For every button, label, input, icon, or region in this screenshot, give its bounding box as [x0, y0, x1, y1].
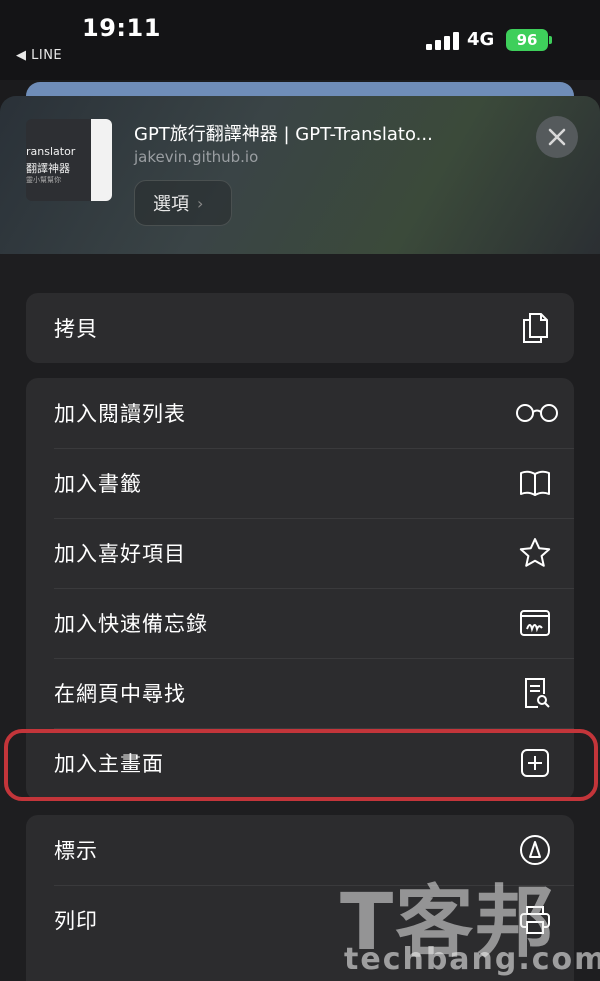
- find-in-page-icon: [525, 678, 550, 708]
- action-label: 標示: [54, 839, 98, 863]
- status-time: 19:11: [82, 14, 161, 42]
- action-group-copy: 拷貝: [26, 293, 574, 363]
- highlight-frame: [4, 729, 598, 801]
- action-add-bookmark[interactable]: 加入書籤: [26, 448, 574, 518]
- share-sheet-header: ranslator 翻譯神器 靈小幫幫你 GPT旅行翻譯神器 | GPT-Tra…: [0, 96, 600, 254]
- status-bar: 19:11 ◀ LINE 4G 96: [0, 0, 600, 80]
- action-label: 拷貝: [54, 317, 98, 341]
- page-domain: jakevin.github.io: [134, 148, 259, 166]
- signal-icon: [426, 32, 459, 50]
- quick-note-icon: [520, 610, 550, 636]
- thumbnail-text: ranslator: [26, 145, 76, 158]
- action-label: 加入閱讀列表: [54, 402, 186, 426]
- action-label: 列印: [54, 909, 98, 933]
- share-sheet: ranslator 翻譯神器 靈小幫幫你 GPT旅行翻譯神器 | GPT-Tra…: [0, 96, 600, 981]
- options-button[interactable]: 選項 ›: [134, 180, 232, 226]
- watermark: T客邦 techbang.com: [340, 860, 600, 977]
- thumbnail-text: 靈小幫幫你: [26, 176, 61, 184]
- options-label: 選項: [153, 194, 189, 215]
- network-type: 4G: [467, 29, 495, 50]
- thumbnail-text: 翻譯神器: [26, 162, 70, 175]
- star-icon: [519, 538, 551, 567]
- close-icon: [548, 128, 566, 146]
- battery-indicator: 96: [506, 29, 548, 51]
- action-add-reading-list[interactable]: 加入閱讀列表: [26, 378, 574, 448]
- action-add-quick-note[interactable]: 加入快速備忘錄: [26, 588, 574, 658]
- action-label: 加入書籤: [54, 472, 142, 496]
- action-label: 加入喜好項目: [54, 542, 186, 566]
- page-thumbnail: ranslator 翻譯神器 靈小幫幫你: [26, 119, 112, 201]
- watermark-latin: techbang.com: [344, 942, 600, 977]
- action-label: 加入快速備忘錄: [54, 612, 208, 636]
- battery-nub: [549, 36, 552, 44]
- glasses-icon: [516, 404, 558, 422]
- action-add-favorite[interactable]: 加入喜好項目: [26, 518, 574, 588]
- thumbnail-phone-preview: [91, 119, 112, 201]
- action-find-in-page[interactable]: 在網頁中尋找: [26, 658, 574, 728]
- back-to-app-link[interactable]: ◀ LINE: [16, 48, 62, 63]
- battery-level: 96: [516, 31, 538, 49]
- page-title: GPT旅行翻譯神器 | GPT-Translato...: [134, 124, 433, 145]
- copy-icon: [523, 313, 548, 343]
- action-copy[interactable]: 拷貝: [26, 293, 574, 363]
- close-button[interactable]: [536, 116, 578, 158]
- book-icon: [520, 470, 550, 496]
- chevron-right-icon: ›: [197, 193, 204, 213]
- action-label: 在網頁中尋找: [54, 682, 186, 706]
